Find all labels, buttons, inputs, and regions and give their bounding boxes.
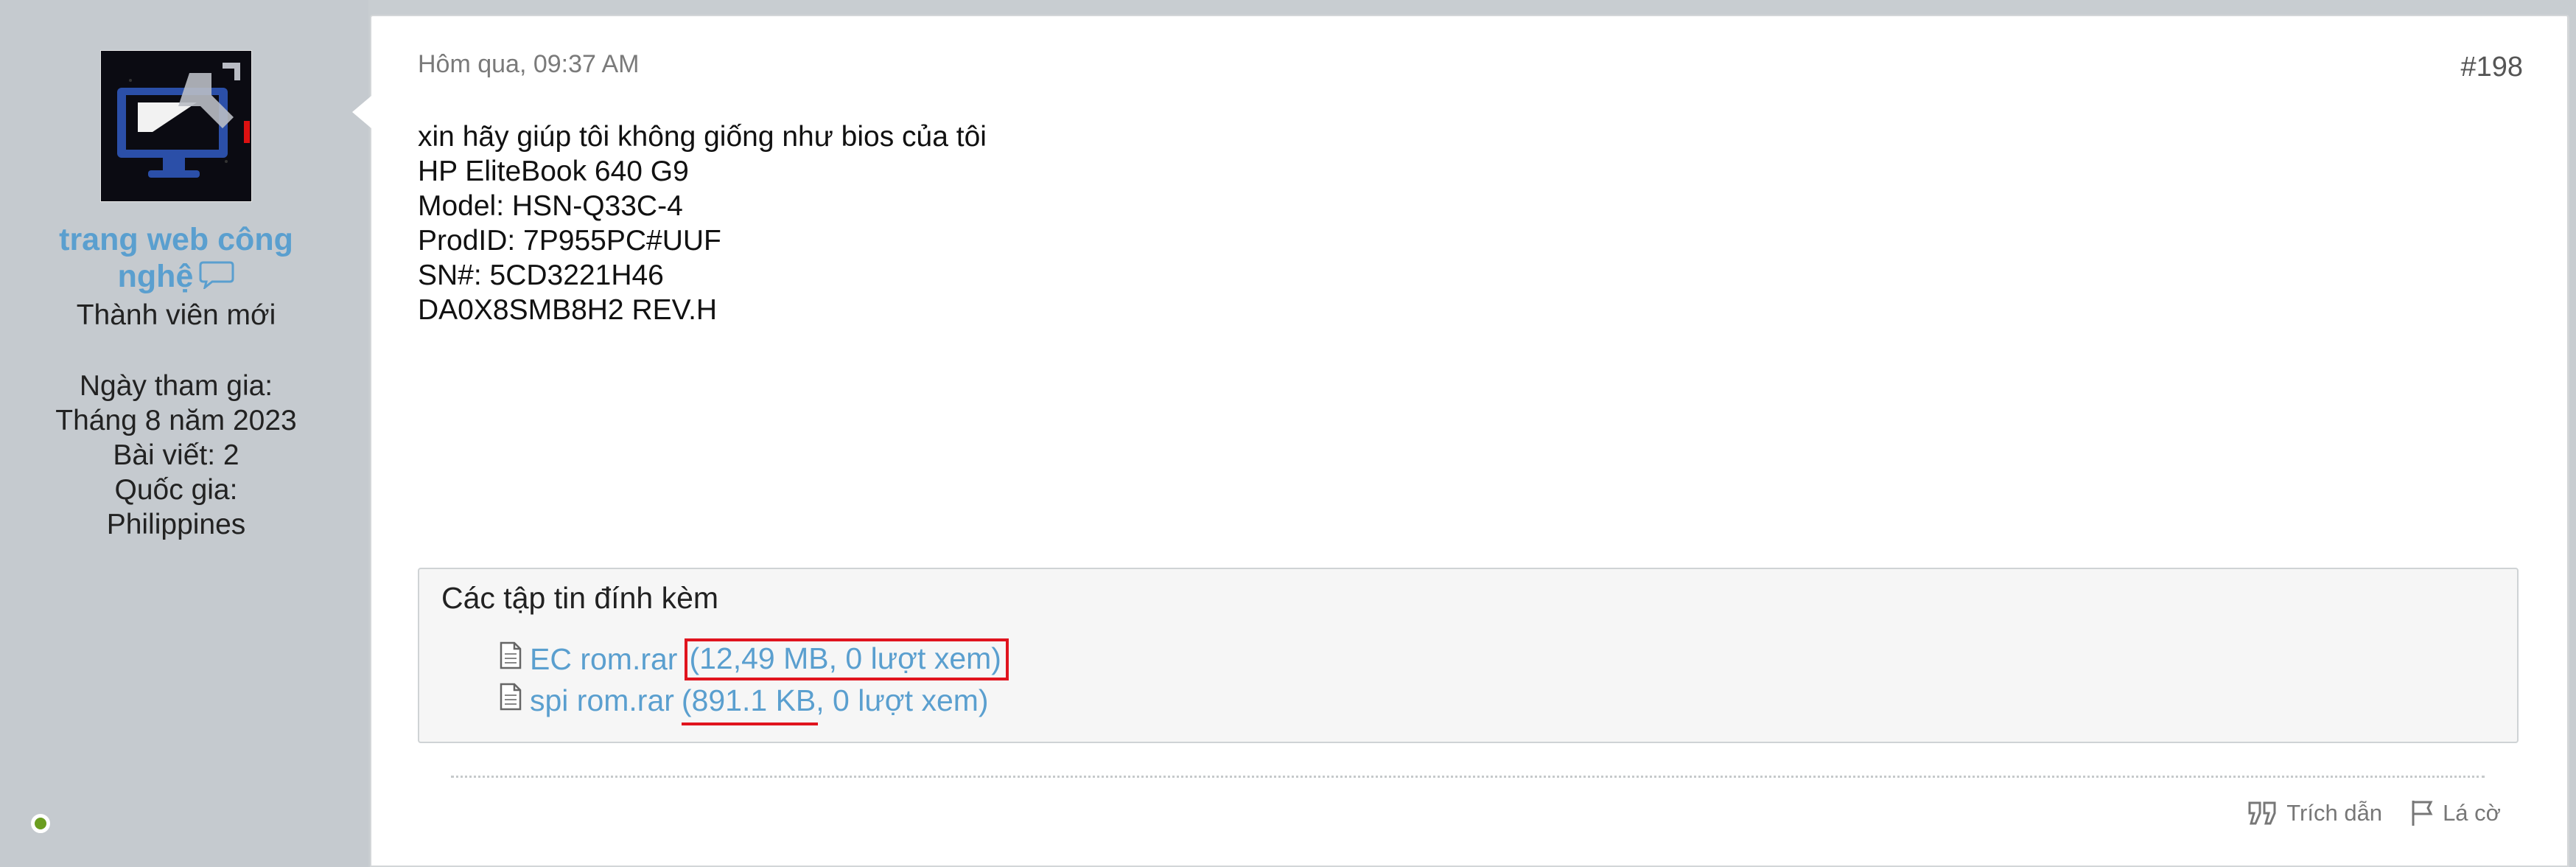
- flag-label[interactable]: Lá cờ: [2443, 800, 2501, 826]
- joined-label: Ngày tham gia:: [79, 370, 273, 402]
- attachment-item[interactable]: spi rom.rar (891.1 KB, 0 lượt xem): [499, 681, 989, 725]
- quote-icon: [2248, 801, 2276, 825]
- country-value: Philippines: [106, 509, 246, 540]
- post-date[interactable]: Hôm qua, 09:37 AM: [418, 50, 640, 79]
- post-line: DA0X8SMB8H2 REV.H: [418, 294, 718, 326]
- quote-button[interactable]: Trích dẫn: [2248, 800, 2382, 826]
- post-count: Bài viết: 2: [113, 439, 239, 471]
- user-sidebar: trang web công nghệ Thành viên mới Ngày …: [0, 0, 368, 867]
- country-label: Quốc gia:: [114, 474, 238, 506]
- attachment-link[interactable]: spi rom.rar: [530, 683, 674, 718]
- quote-label[interactable]: Trích dẫn: [2286, 800, 2382, 826]
- post-container: Hôm qua, 09:37 AM #198 xin hãy giúp tôi …: [352, 15, 2569, 867]
- attachment-meta: (891.1 KB, 0 lượt xem): [681, 683, 989, 717]
- user-rank: Thành viên mới: [76, 299, 276, 331]
- post-line: Model: HSN-Q33C-4: [418, 190, 683, 222]
- attachment-link[interactable]: EC rom.rar: [530, 642, 677, 677]
- post-message: xin hãy giúp tôi không giống như bios củ…: [418, 119, 987, 327]
- post-number-link[interactable]: #198: [2460, 52, 2523, 83]
- attachment-meta-highlighted: (12,49 MB, 0 lượt xem): [685, 638, 1009, 680]
- post-actions: Trích dẫn Lá cờ: [2220, 799, 2501, 827]
- post-footer-divider: [451, 776, 2485, 778]
- flag-button[interactable]: Lá cờ: [2410, 799, 2501, 827]
- attachment-item[interactable]: EC rom.rar (12,49 MB, 0 lượt xem): [499, 638, 1009, 680]
- post-line: HP EliteBook 640 G9: [418, 156, 689, 187]
- attachment-meta-underlined: (891.1 KB, 0 lượt xem): [681, 683, 989, 725]
- attachments-title: Các tập tin đính kèm: [441, 581, 719, 615]
- chat-bubble-icon[interactable]: [199, 260, 234, 297]
- attachments-box: Các tập tin đính kèm EC rom.rar (12,49 M…: [418, 568, 2519, 743]
- joined-value: Tháng 8 năm 2023: [55, 405, 297, 436]
- username-text[interactable]: trang web công nghệ: [59, 222, 293, 294]
- post-arrow: [352, 96, 371, 128]
- document-icon: [499, 683, 522, 718]
- avatar[interactable]: [100, 50, 252, 202]
- post-line: ProdID: 7P955PC#UUF: [418, 225, 721, 257]
- avatar-image: [101, 51, 251, 201]
- username-link[interactable]: trang web công nghệ: [29, 221, 323, 297]
- online-status-indicator: [31, 814, 50, 833]
- red-underline-mark: [681, 722, 818, 725]
- user-info: Ngày tham gia: Tháng 8 năm 2023 Bài viết…: [29, 369, 323, 542]
- flag-icon: [2412, 801, 2433, 826]
- document-icon: [499, 641, 522, 677]
- post-line: xin hãy giúp tôi không giống như bios củ…: [418, 121, 987, 153]
- post-line: SN#: 5CD3221H46: [418, 260, 664, 291]
